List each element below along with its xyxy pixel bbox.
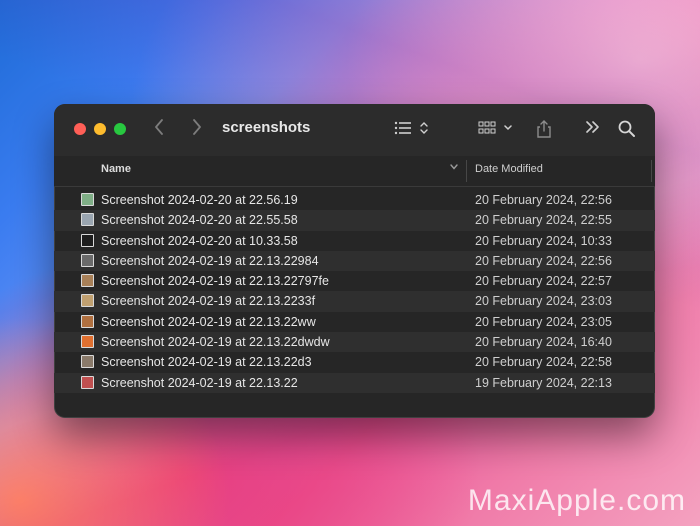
group-grid-icon[interactable]: [478, 119, 518, 142]
file-date: 20 February 2024, 16:40: [475, 335, 612, 350]
file-name: Screenshot 2024-02-20 at 22.56.19: [101, 193, 298, 207]
file-thumbnail-icon: [81, 355, 94, 369]
file-row[interactable]: Screenshot 2024-02-19 at 22.13.22ww 20 F…: [54, 312, 655, 332]
double-chevron-icon[interactable]: [584, 118, 602, 141]
sort-chevron-icon[interactable]: [449, 162, 459, 175]
minimize-window-button[interactable]: [94, 123, 106, 135]
file-row[interactable]: Screenshot 2024-02-20 at 22.55.58 20 Feb…: [54, 210, 655, 231]
column-header: Name Date Modified: [54, 156, 655, 187]
file-thumbnail-icon: [81, 314, 94, 328]
zoom-window-button[interactable]: [114, 123, 126, 135]
file-thumbnail-icon: [81, 213, 94, 227]
chevron-right-icon[interactable]: [192, 118, 202, 140]
file-name: Screenshot 2024-02-20 at 10.33.58: [101, 233, 298, 248]
file-date: 20 February 2024, 10:33: [475, 233, 612, 248]
file-name: Screenshot 2024-02-19 at 22.13.22d3: [101, 355, 312, 370]
finder-window: screenshots Name Date Modified Screensho…: [54, 104, 655, 418]
window-title: screenshots: [222, 119, 311, 136]
file-date: 20 February 2024, 23:03: [475, 294, 612, 309]
file-row[interactable]: Screenshot 2024-02-19 at 22.13.22984 20 …: [54, 250, 655, 272]
file-name: Screenshot 2024-02-19 at 22.13.22ww: [101, 314, 316, 329]
file-thumbnail-icon: [81, 294, 94, 308]
file-row[interactable]: Screenshot 2024-02-19 at 22.13.22dwdw 20…: [54, 332, 655, 353]
file-row[interactable]: Screenshot 2024-02-19 at 22.13.22d3 20 F…: [54, 352, 655, 372]
column-divider[interactable]: [651, 160, 652, 182]
file-date: 20 February 2024, 22:55: [475, 213, 612, 228]
file-date: 20 February 2024, 22:57: [475, 274, 612, 289]
file-thumbnail-icon: [81, 274, 94, 288]
file-row[interactable]: Screenshot 2024-02-19 at 22.13.22797fe 2…: [54, 271, 655, 291]
file-date: 20 February 2024, 22:56: [475, 253, 612, 268]
file-row[interactable]: Screenshot 2024-02-19 at 22.13.2233f 20 …: [54, 291, 655, 312]
file-date: 20 February 2024, 23:05: [475, 314, 612, 329]
file-thumbnail-icon: [81, 193, 94, 206]
file-name: Screenshot 2024-02-20 at 22.55.58: [101, 213, 298, 228]
close-window-button[interactable]: [74, 123, 86, 135]
file-thumbnail-icon: [81, 335, 94, 349]
list-view-icon[interactable]: [394, 119, 434, 142]
watermark-text: MaxiApple.com: [467, 484, 686, 517]
file-date: 20 February 2024, 22:58: [475, 355, 612, 370]
file-date: 19 February 2024, 22:13: [475, 375, 612, 390]
file-list: Screenshot 2024-02-20 at 22.56.19 20 Feb…: [54, 190, 655, 393]
column-date-header[interactable]: Date Modified: [475, 163, 543, 175]
file-row[interactable]: Screenshot 2024-02-19 at 22.13.22 19 Feb…: [54, 372, 655, 393]
file-thumbnail-icon: [81, 375, 94, 389]
toolbar: screenshots: [54, 104, 655, 156]
file-row[interactable]: Screenshot 2024-02-20 at 10.33.58 20 Feb…: [54, 231, 655, 251]
file-name: Screenshot 2024-02-19 at 22.13.22: [101, 375, 298, 390]
file-name: Screenshot 2024-02-19 at 22.13.22984: [101, 253, 319, 268]
magnifier-icon[interactable]: [617, 119, 637, 144]
column-name-header[interactable]: Name: [101, 163, 131, 175]
share-icon[interactable]: [534, 119, 554, 144]
file-thumbnail-icon: [81, 253, 94, 267]
file-thumbnail-icon: [81, 233, 94, 247]
column-divider[interactable]: [466, 160, 467, 182]
file-name: Screenshot 2024-02-19 at 22.13.22797fe: [101, 274, 329, 289]
file-name: Screenshot 2024-02-19 at 22.13.22dwdw: [101, 335, 330, 350]
file-name: Screenshot 2024-02-19 at 22.13.2233f: [101, 294, 316, 309]
chevron-left-icon[interactable]: [154, 118, 164, 140]
file-date: 20 February 2024, 22:56: [475, 193, 612, 207]
file-row[interactable]: Screenshot 2024-02-20 at 22.56.19 20 Feb…: [54, 190, 655, 210]
